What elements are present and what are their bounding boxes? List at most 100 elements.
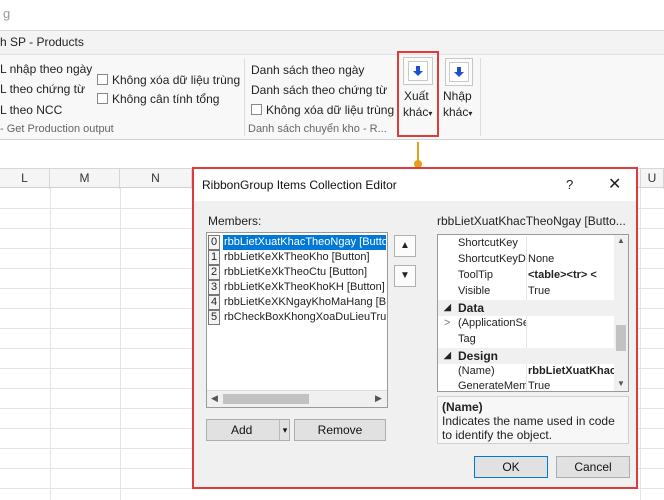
property-row[interactable]: (Name) rbbLietXuatKhacTheoNgay	[438, 364, 614, 380]
group-separator	[480, 58, 481, 136]
property-row[interactable]: ToolTip <table><tr> <	[438, 268, 614, 284]
checkbox-box[interactable]	[251, 104, 262, 115]
checkbox-khong-xoa-trung-2[interactable]: Không xóa dữ liệu trùng	[251, 103, 394, 117]
scroll-left-icon[interactable]: ◀	[211, 393, 218, 404]
member-index: 4	[208, 295, 220, 310]
close-icon[interactable]: ✕	[608, 174, 621, 194]
column-header-n[interactable]: N	[120, 169, 192, 189]
ok-button[interactable]: OK	[474, 456, 548, 478]
move-up-button[interactable]: ▲	[394, 235, 416, 257]
collapse-icon[interactable]: ◢	[444, 302, 451, 313]
group-separator	[244, 58, 245, 136]
divider	[526, 316, 527, 332]
members-list[interactable]: 0 rbbLietXuatKhacTheoNgay [Button] 1 rbb…	[206, 232, 388, 408]
property-row[interactable]: Visible True	[438, 284, 614, 300]
property-grid[interactable]: ShortcutKey ShortcutKeyDisplayString Non…	[437, 234, 629, 392]
column-header-m[interactable]: M	[50, 169, 120, 189]
property-name: (ApplicationSettings)	[458, 317, 526, 329]
checkbox-label: Không xóa dữ liệu trùng	[266, 103, 395, 117]
property-value[interactable]: True	[528, 380, 614, 391]
list-item[interactable]: 4 rbbLietKeXKNgayKhoMaHang [Button]	[208, 295, 386, 310]
dialog-title-bar[interactable]: RibbonGroup Items Collection Editor ? ✕	[194, 169, 636, 201]
property-value[interactable]: <table><tr> <	[528, 269, 614, 281]
group-label-chuyen-kho: Danh sách chuyển kho - R...	[248, 123, 387, 135]
ribbon-item-danh-sach-theo-chung-tu[interactable]: Danh sách theo chứng từ	[251, 83, 387, 97]
ribbon-item-theo-ncc[interactable]: L theo NCC	[0, 103, 62, 117]
member-index: 5	[208, 310, 220, 325]
remove-button[interactable]: Remove	[294, 419, 386, 441]
list-item[interactable]: 1 rbbLietKeXkTheoKho [Button]	[208, 250, 386, 265]
property-value[interactable]: None	[528, 253, 614, 265]
list-item[interactable]: 5 rbCheckBoxKhongXoaDuLieuTrung	[208, 310, 386, 325]
scroll-right-icon[interactable]: ▶	[375, 393, 382, 404]
category-name: Design	[458, 349, 499, 363]
xuat-khac-label-2[interactable]: khác▾	[403, 105, 432, 119]
xuat-khac-label-1[interactable]: Xuất	[404, 89, 429, 103]
vertical-scrollbar[interactable]: ▲ ▼	[614, 235, 628, 391]
list-item[interactable]: 2 rbbLietKeXkTheoCtu [Button]	[208, 265, 386, 280]
checkbox-box[interactable]	[97, 93, 108, 104]
ribbon-item-nhap-theo-ngay[interactable]: L nhập theo ngày	[0, 62, 92, 76]
property-name: GenerateMember	[458, 380, 526, 392]
grid-line	[120, 188, 121, 500]
download-arrow-icon	[408, 61, 428, 81]
xuat-khac-text: khác	[403, 105, 429, 119]
xuat-khac-icon-button[interactable]	[403, 57, 433, 85]
property-name: ShortcutKeyDisplayString	[458, 253, 526, 265]
horizontal-scrollbar[interactable]: ◀ ▶	[207, 390, 387, 407]
scrollbar-thumb[interactable]	[223, 394, 309, 404]
add-button[interactable]: Add ▾	[206, 419, 290, 441]
property-description: (Name) Indicates the name used in code t…	[437, 396, 629, 444]
help-icon[interactable]: ?	[566, 177, 573, 192]
member-index: 1	[208, 250, 220, 265]
add-label: Add	[231, 423, 253, 437]
scroll-up-icon[interactable]: ▲	[617, 236, 625, 245]
property-value[interactable]: rbbLietXuatKhacTheoNgay	[528, 365, 614, 377]
nhap-khac-label-2: khác▾	[443, 105, 472, 119]
property-row[interactable]: Tag	[438, 332, 614, 348]
ribbon-item-theo-chung-tu[interactable]: L theo chứng từ	[0, 82, 85, 96]
property-row[interactable]: ShortcutKeyDisplayString None	[438, 252, 614, 268]
scroll-down-icon[interactable]: ▼	[617, 379, 625, 388]
property-name: ToolTip	[458, 269, 494, 281]
cancel-button[interactable]: Cancel	[556, 456, 630, 478]
divider	[526, 252, 527, 268]
divider	[0, 30, 664, 31]
column-header-u[interactable]: U	[640, 169, 664, 189]
nhap-khac-icon-button[interactable]	[445, 58, 473, 86]
list-item[interactable]: 0 rbbLietXuatKhacTheoNgay [Button]	[208, 235, 386, 250]
grid-line	[50, 188, 51, 500]
property-row[interactable]: GenerateMember True	[438, 379, 614, 392]
move-down-button[interactable]: ▼	[394, 265, 416, 287]
chevron-down-icon: ▾	[428, 109, 433, 118]
member-name: rbbLietKeXKNgayKhoMaHang [Button]	[224, 296, 386, 308]
chevron-down-icon[interactable]: ▾	[279, 420, 290, 440]
scrollbar-thumb[interactable]	[616, 325, 626, 351]
list-item[interactable]: 3 rbbLietKeXkTheoKhoKH [Button]	[208, 280, 386, 295]
collapse-icon[interactable]: ◢	[444, 350, 451, 361]
member-name: rbbLietXuatKhacTheoNgay [Button]	[223, 235, 386, 250]
property-category-data[interactable]: ◢ Data	[438, 300, 614, 316]
property-row[interactable]: > (ApplicationSettings)	[438, 316, 614, 332]
property-category-design[interactable]: ◢ Design	[438, 348, 614, 364]
group-label-production-output: - Get Production output	[0, 123, 114, 135]
divider	[526, 364, 527, 380]
members-label: Members:	[208, 214, 262, 228]
nhap-khac-button[interactable]: Nhập khác▾	[441, 55, 477, 125]
checkbox-khong-xoa-trung[interactable]: Không xóa dữ liệu trùng	[97, 73, 240, 87]
ribbon-item-danh-sach-theo-ngay[interactable]: Danh sách theo ngày	[251, 63, 364, 77]
checkbox-label: Không xóa dữ liệu trùng	[112, 73, 241, 87]
description-text: Indicates the name used in code to ident…	[442, 414, 615, 442]
checkbox-khong-can-tinh-tong[interactable]: Không cân tính tổng	[97, 92, 219, 106]
property-value[interactable]: True	[528, 285, 614, 297]
grid-line	[640, 188, 641, 500]
expand-icon[interactable]: >	[444, 317, 450, 329]
ribbon-tab[interactable]: h SP - Products	[0, 35, 84, 49]
nhap-khac-text: khác	[443, 105, 469, 119]
property-name: ShortcutKey	[458, 237, 518, 249]
column-header-l[interactable]: L	[0, 169, 50, 189]
property-row[interactable]: ShortcutKey	[438, 236, 614, 252]
divider	[526, 379, 527, 391]
description-title: (Name)	[442, 400, 483, 414]
checkbox-box[interactable]	[97, 74, 108, 85]
